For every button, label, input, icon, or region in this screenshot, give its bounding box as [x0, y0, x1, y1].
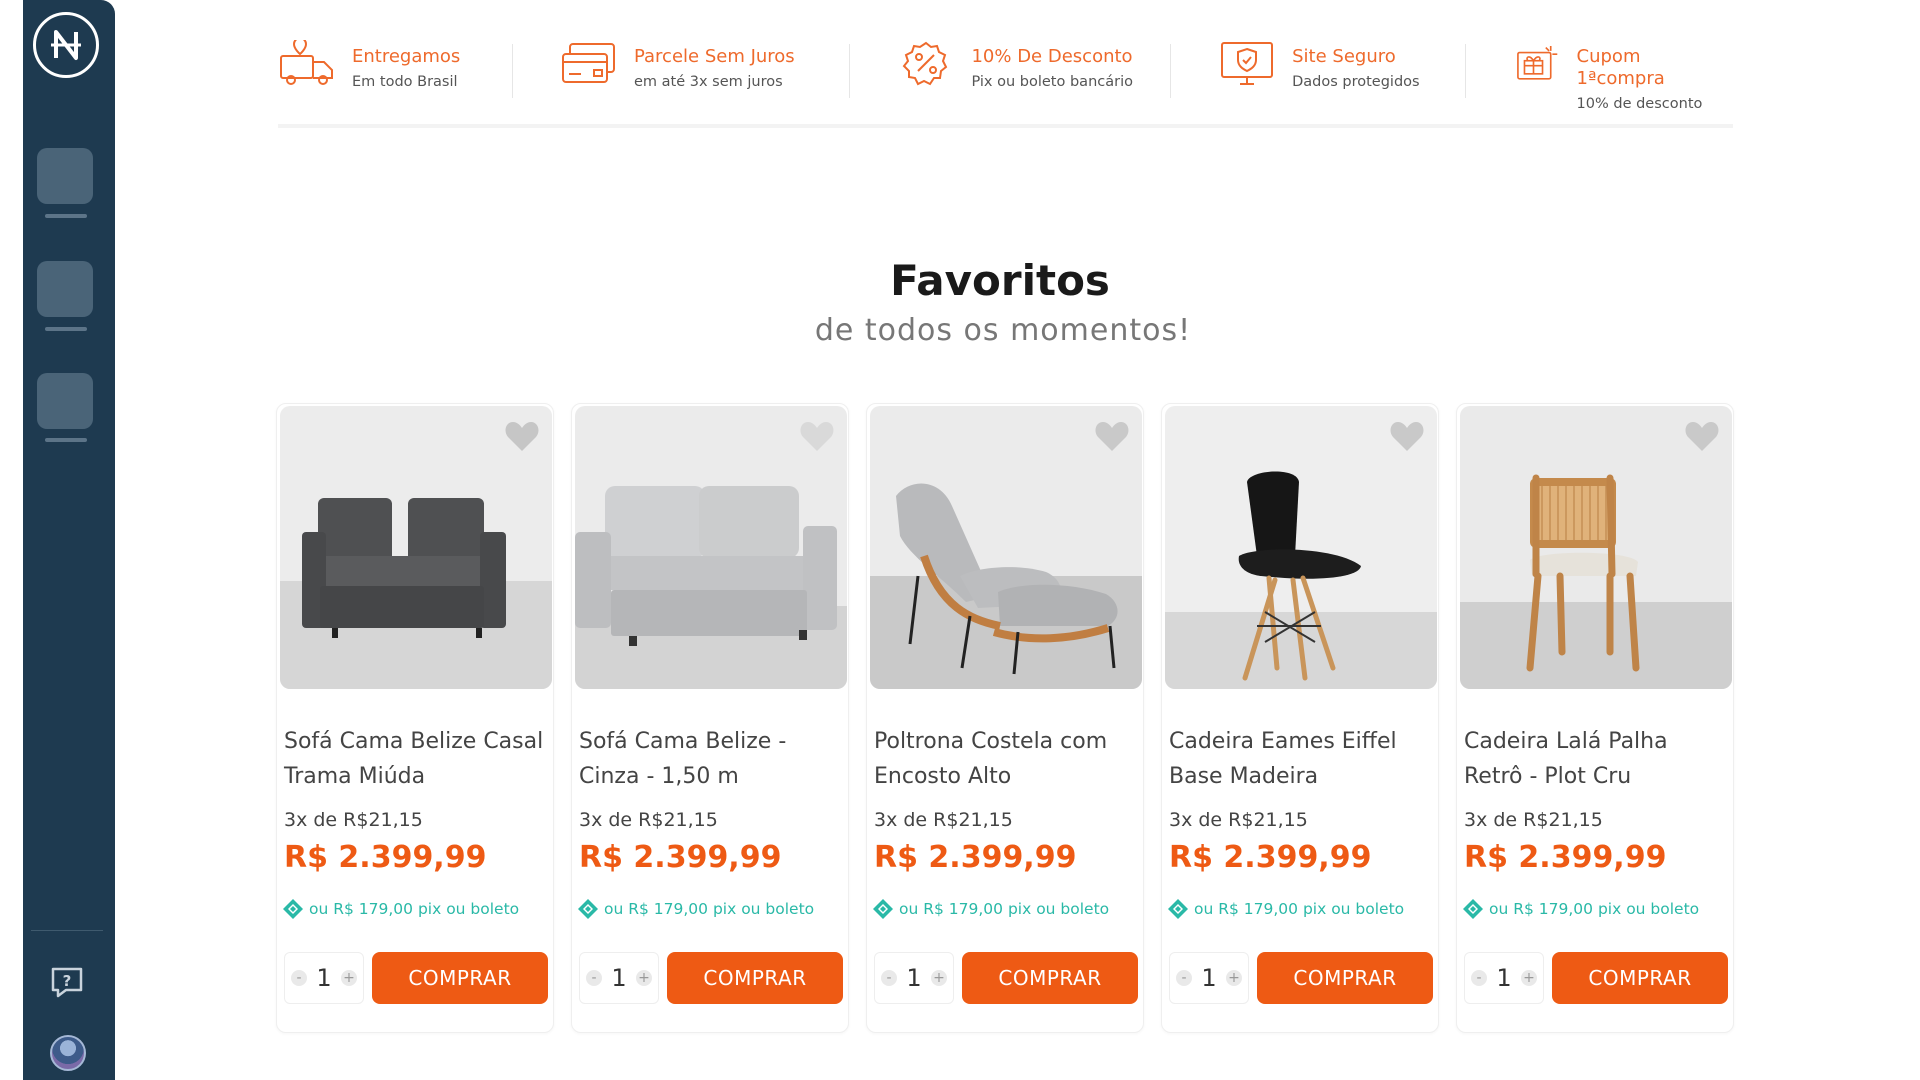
- buy-button[interactable]: COMPRAR: [667, 952, 843, 1004]
- buy-button[interactable]: COMPRAR: [372, 952, 548, 1004]
- pix-offer-text: ou R$ 179,00 pix ou boleto: [309, 900, 520, 918]
- benefit-subtitle: em até 3x sem juros: [633, 74, 783, 90]
- increase-qty-button[interactable]: +: [636, 970, 652, 986]
- benefit-title: Entregamos: [352, 46, 461, 67]
- pix-offer-text: ou R$ 179,00 pix ou boleto: [1489, 900, 1700, 918]
- benefit-subtitle: 10% de desconto: [1576, 96, 1703, 112]
- favorite-heart-icon[interactable]: [798, 418, 836, 454]
- increase-qty-button[interactable]: +: [931, 970, 947, 986]
- pix-icon: [873, 899, 893, 919]
- pix-icon: [1463, 899, 1483, 919]
- sidebar: ?: [23, 0, 115, 1080]
- buy-button[interactable]: COMPRAR: [1257, 952, 1433, 1004]
- gift-coupon-icon: [1517, 45, 1558, 80]
- product-name[interactable]: Sofá Cama Belize Casal Trama Miúda: [284, 724, 546, 794]
- quantity-value[interactable]: 1: [906, 964, 921, 992]
- quantity-value[interactable]: 1: [611, 964, 626, 992]
- pix-offer: ou R$ 179,00 pix ou boleto: [577, 898, 814, 920]
- product-name[interactable]: Poltrona Costela com Encosto Alto: [874, 724, 1136, 794]
- product-card[interactable]: Sofá Cama Belize Casal Trama Miúda 3x de…: [276, 403, 554, 1033]
- decrease-qty-button[interactable]: -: [586, 970, 602, 986]
- benefit-coupon: Cupom 1ªcompra 10% de desconto: [1466, 40, 1733, 112]
- product-price: R$ 2.399,99: [874, 840, 1077, 875]
- decrease-qty-button[interactable]: -: [881, 970, 897, 986]
- pix-icon: [283, 899, 303, 919]
- pix-offer: ou R$ 179,00 pix ou boleto: [1462, 898, 1699, 920]
- benefit-secure: Site Seguro Dados protegidos: [1171, 40, 1465, 90]
- pix-offer-text: ou R$ 179,00 pix ou boleto: [899, 900, 1110, 918]
- increase-qty-button[interactable]: +: [1521, 970, 1537, 986]
- percent-badge-icon: [903, 41, 948, 86]
- quantity-stepper: - 1 +: [874, 952, 954, 1004]
- help-chat-icon[interactable]: ?: [47, 962, 87, 1002]
- product-card[interactable]: Poltrona Costela com Encosto Alto 3x de …: [866, 403, 1144, 1033]
- product-price: R$ 2.399,99: [1464, 840, 1667, 875]
- product-installments: 3x de R$21,15: [1169, 809, 1308, 831]
- product-price: R$ 2.399,99: [579, 840, 782, 875]
- increase-qty-button[interactable]: +: [1226, 970, 1242, 986]
- benefit-title: Site Seguro: [1292, 46, 1396, 67]
- quantity-value[interactable]: 1: [316, 964, 331, 992]
- benefit-delivery: Entregamos Em todo Brasil: [278, 40, 512, 90]
- decrease-qty-button[interactable]: -: [1176, 970, 1192, 986]
- benefit-subtitle: Pix ou boleto bancário: [971, 74, 1133, 90]
- sidebar-nav-indicator: [45, 214, 87, 218]
- credit-card-icon: [561, 43, 615, 83]
- pix-icon: [1168, 899, 1188, 919]
- benefit-subtitle: Dados protegidos: [1292, 74, 1420, 90]
- product-name[interactable]: Sofá Cama Belize - Cinza - 1,50 m: [579, 724, 841, 794]
- product-name[interactable]: Cadeira Lalá Palha Retrô - Plot Cru: [1464, 724, 1726, 794]
- quantity-stepper: - 1 +: [284, 952, 364, 1004]
- buy-button[interactable]: COMPRAR: [1552, 952, 1728, 1004]
- benefit-title: Parcele Sem Juros: [633, 46, 795, 67]
- favorite-heart-icon[interactable]: [1388, 418, 1426, 454]
- benefit-title: 10% De Desconto: [971, 46, 1133, 67]
- quantity-stepper: - 1 +: [1169, 952, 1249, 1004]
- quantity-value[interactable]: 1: [1201, 964, 1216, 992]
- benefit-subtitle: Em todo Brasil: [352, 74, 458, 90]
- delivery-truck-icon: [280, 40, 333, 85]
- quantity-stepper: - 1 +: [1464, 952, 1544, 1004]
- product-grid: Sofá Cama Belize Casal Trama Miúda 3x de…: [276, 403, 1734, 1033]
- section-title: Favoritos: [890, 256, 1110, 305]
- product-price: R$ 2.399,99: [1169, 840, 1372, 875]
- sidebar-nav-indicator: [45, 438, 87, 442]
- product-installments: 3x de R$21,15: [874, 809, 1013, 831]
- increase-qty-button[interactable]: +: [341, 970, 357, 986]
- pix-offer-text: ou R$ 179,00 pix ou boleto: [1194, 900, 1405, 918]
- favorite-heart-icon[interactable]: [1093, 418, 1131, 454]
- sidebar-divider: [31, 930, 103, 931]
- pix-offer: ou R$ 179,00 pix ou boleto: [1167, 898, 1404, 920]
- section-subtitle: de todos os momentos!: [814, 313, 1192, 348]
- benefits-bar: Entregamos Em todo Brasil Parcele Sem Ju…: [278, 40, 1733, 128]
- product-price: R$ 2.399,99: [284, 840, 487, 875]
- favorite-heart-icon[interactable]: [1683, 418, 1721, 454]
- benefit-installments: Parcele Sem Juros em até 3x sem juros: [513, 40, 850, 90]
- product-card[interactable]: Cadeira Eames Eiffel Base Madeira 3x de …: [1161, 403, 1439, 1033]
- favorite-heart-icon[interactable]: [503, 418, 541, 454]
- product-installments: 3x de R$21,15: [1464, 809, 1603, 831]
- product-card[interactable]: Sofá Cama Belize - Cinza - 1,50 m 3x de …: [571, 403, 849, 1033]
- quantity-value[interactable]: 1: [1496, 964, 1511, 992]
- sidebar-nav-item-1[interactable]: [37, 148, 93, 204]
- product-installments: 3x de R$21,15: [579, 809, 718, 831]
- sidebar-nav-item-3[interactable]: [37, 373, 93, 429]
- pix-offer-text: ou R$ 179,00 pix ou boleto: [604, 900, 815, 918]
- pix-offer: ou R$ 179,00 pix ou boleto: [282, 898, 519, 920]
- buy-button[interactable]: COMPRAR: [962, 952, 1138, 1004]
- secure-monitor-icon: [1221, 42, 1274, 85]
- pix-icon: [578, 899, 598, 919]
- product-card[interactable]: Cadeira Lalá Palha Retrô - Plot Cru 3x d…: [1456, 403, 1734, 1033]
- product-name[interactable]: Cadeira Eames Eiffel Base Madeira: [1169, 724, 1431, 794]
- decrease-qty-button[interactable]: -: [1471, 970, 1487, 986]
- quantity-stepper: - 1 +: [579, 952, 659, 1004]
- product-installments: 3x de R$21,15: [284, 809, 423, 831]
- pix-offer: ou R$ 179,00 pix ou boleto: [872, 898, 1109, 920]
- brand-logo-icon[interactable]: [33, 12, 99, 78]
- benefit-title: Cupom 1ªcompra: [1576, 46, 1665, 89]
- user-avatar[interactable]: [50, 1035, 86, 1071]
- svg-text:?: ?: [63, 972, 72, 990]
- benefit-discount: 10% De Desconto Pix ou boleto bancário: [850, 40, 1170, 90]
- decrease-qty-button[interactable]: -: [291, 970, 307, 986]
